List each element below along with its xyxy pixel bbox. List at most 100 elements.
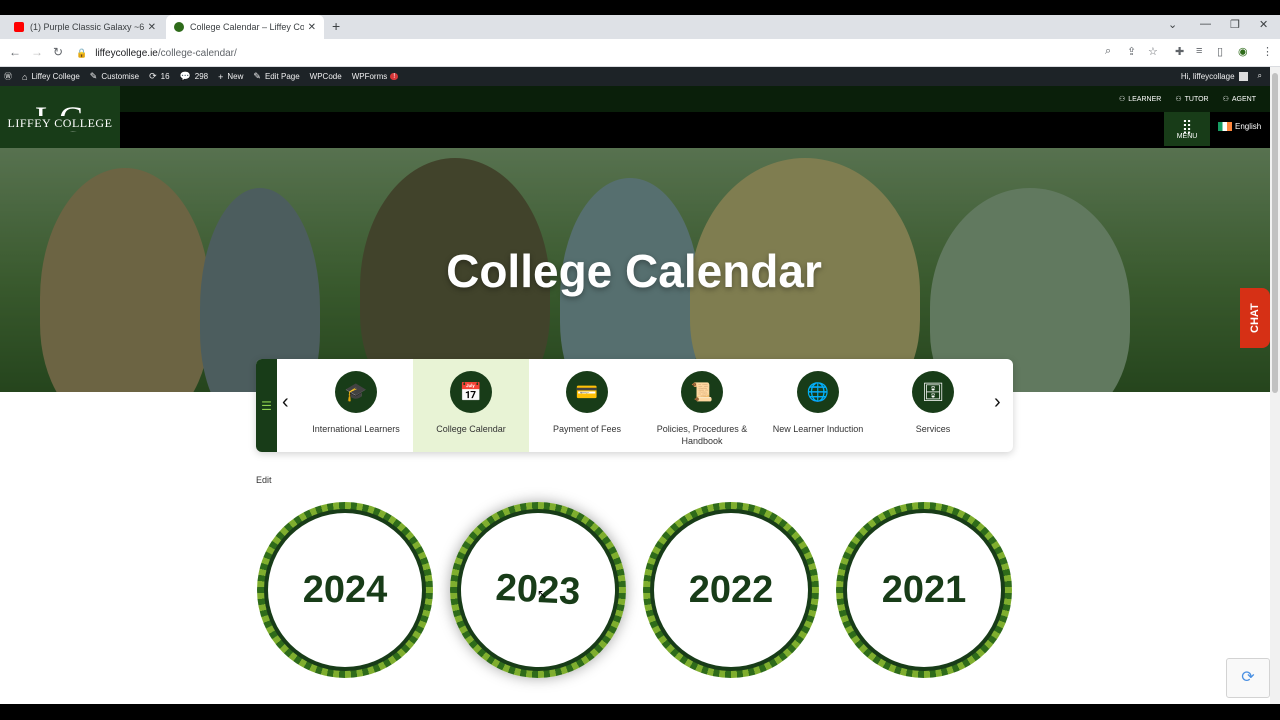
carousel-menu-icon[interactable]: ☰ — [256, 359, 277, 452]
wp-customise[interactable]: ✎ Customise — [90, 71, 139, 82]
learner-link-label: LEARNER — [1128, 96, 1162, 103]
agent-link[interactable]: ⚇ AGENT — [1223, 95, 1256, 103]
reading-list-icon[interactable]: ≡ — [1196, 45, 1202, 57]
wp-updates[interactable]: ⟳ 16 — [149, 71, 169, 82]
share-icon[interactable]: ⇪ — [1127, 45, 1136, 58]
carousel-item-services[interactable]: 🗄 Services — [875, 359, 991, 452]
minimize-icon[interactable]: — — [1200, 18, 1211, 30]
wp-wpforms-label: WPForms — [351, 72, 388, 81]
comment-icon: 💬 — [179, 71, 191, 81]
new-tab-button[interactable]: + — [332, 18, 340, 34]
year-label: 2024 — [268, 513, 422, 667]
year-badge-ring: 2024 — [264, 509, 426, 671]
wp-customise-label: Customise — [101, 72, 140, 81]
home-icon: ⌂ — [22, 71, 28, 82]
close-tab-icon[interactable]: ✕ — [308, 22, 316, 33]
forward-icon[interactable]: → — [31, 45, 43, 59]
learner-link[interactable]: ⚇ LEARNER — [1119, 95, 1161, 103]
reload-icon[interactable]: ↻ — [53, 45, 63, 59]
wp-wpforms[interactable]: WPForms! — [352, 72, 399, 81]
services-icon: 🗄 — [912, 371, 954, 413]
site-header: LC LIFFEY COLLEGE ⚇LEARNER ⚇TUTOR ⚇AGENT… — [0, 86, 1270, 148]
portal-links: ⚇ LEARNER ⚇ TUTOR ⚇ AGENT — [1119, 95, 1256, 103]
menu-button[interactable]: ⣿ MENU — [1164, 112, 1210, 146]
mouse-cursor-icon: ↖ — [537, 587, 548, 601]
chat-button[interactable]: CHAT — [1240, 288, 1270, 348]
payment-icon: 💳 — [566, 371, 608, 413]
brush-icon: ✎ — [89, 71, 98, 81]
wp-edit-page[interactable]: ✎ Edit Page — [253, 71, 299, 82]
section-carousel: ☰ ‹ 🎓 International Learners 📅 College C… — [256, 359, 1013, 452]
carousel-next-icon[interactable]: › — [994, 391, 1001, 414]
wp-comments[interactable]: 💬 298 — [180, 71, 209, 82]
wp-comments-count: 298 — [194, 72, 209, 81]
url-path: /college-calendar/ — [157, 47, 237, 59]
carousel-prev-icon[interactable]: ‹ — [282, 391, 289, 414]
language-selector[interactable]: English — [1218, 122, 1261, 131]
tab-search-icon[interactable]: ⌄ — [1168, 18, 1177, 31]
url-domain: liffeycollege.ie — [95, 47, 158, 59]
restore-icon[interactable]: ❐ — [1230, 18, 1240, 31]
year-label: 2021 — [847, 513, 1001, 667]
carousel-item-label: College Calendar — [436, 424, 506, 434]
site-favicon-icon — [174, 22, 184, 32]
tab-title: College Calendar – Liffey College — [190, 22, 304, 32]
year-badge-2021[interactable]: 2021 — [836, 502, 1012, 678]
wp-new[interactable]: + New — [218, 72, 243, 82]
tutor-link[interactable]: ⚇ TUTOR — [1175, 95, 1208, 103]
wp-greeting[interactable]: Hi, liffeycollage — [1181, 72, 1235, 81]
close-window-icon[interactable]: ✕ — [1259, 18, 1268, 31]
wp-wpcode[interactable]: WPCode — [310, 72, 342, 81]
zoom-icon[interactable]: ⌕ — [1105, 45, 1111, 58]
year-badge-2024[interactable]: 2024 — [257, 502, 433, 678]
learner-icon: ⚇ — [1118, 96, 1126, 103]
scrollbar-thumb[interactable] — [1272, 73, 1278, 393]
recaptcha-badge[interactable]: ⟳ — [1226, 658, 1270, 698]
hero-banner: College Calendar CHAT — [0, 148, 1270, 392]
profile-avatar-icon[interactable]: ◉ — [1238, 45, 1248, 58]
back-icon[interactable]: ← — [9, 45, 21, 59]
calendar-icon: 📅 — [450, 371, 492, 413]
globe-laptop-icon: 🌐 — [797, 371, 839, 413]
edit-link[interactable]: Edit — [256, 475, 272, 485]
carousel-item-international-learners[interactable]: 🎓 International Learners — [298, 359, 414, 452]
agent-link-label: AGENT — [1231, 96, 1256, 103]
header-top-bar — [120, 86, 1270, 112]
address-bar[interactable]: 🔒 liffeycollege.ie/college-calendar/ — [76, 43, 1122, 63]
year-badge-2022[interactable]: 2022 — [643, 502, 819, 678]
menu-label: MENU — [1176, 132, 1198, 140]
updates-icon: ⟳ — [149, 71, 157, 81]
browser-tab-youtube[interactable]: (1) Purple Classic Galaxy ~60:00 ✕ — [6, 15, 164, 39]
bookmark-star-icon[interactable]: ☆ — [1148, 45, 1158, 58]
browser-tab-college-calendar[interactable]: College Calendar – Liffey College ✕ — [166, 15, 324, 39]
side-panel-icon[interactable]: ▯ — [1217, 45, 1223, 58]
scroll-icon: 📜 — [681, 371, 723, 413]
carousel-item-new-learner-induction[interactable]: 🌐 New Learner Induction — [760, 359, 876, 452]
carousel-item-college-calendar[interactable]: 📅 College Calendar — [413, 359, 529, 452]
extensions-icon[interactable]: ✚ — [1175, 45, 1184, 58]
carousel-item-payment-of-fees[interactable]: 💳 Payment of Fees — [529, 359, 645, 452]
tutor-link-label: TUTOR — [1184, 96, 1209, 103]
recaptcha-icon: ⟳ — [1241, 669, 1255, 686]
browser-menu-icon[interactable]: ⋮ — [1262, 45, 1273, 58]
wordpress-logo-icon[interactable]: Ⓦ — [4, 71, 12, 82]
graduate-icon: 🎓 — [335, 371, 377, 413]
plus-icon: + — [218, 71, 224, 82]
carousel-item-policies[interactable]: 📜 Policies, Procedures & Handbook — [644, 359, 760, 452]
year-badge-ring: 2021 — [843, 509, 1005, 671]
page-scrollbar[interactable] — [1270, 67, 1280, 704]
wp-updates-count: 16 — [160, 72, 170, 81]
browser-toolbar: ← → ↻ 🔒 liffeycollege.ie/college-calenda… — [0, 39, 1280, 67]
grid-icon: ⣿ — [1181, 117, 1193, 134]
wp-site-name[interactable]: ⌂ Liffey College — [22, 72, 80, 82]
carousel-item-label: International Learners — [312, 424, 400, 434]
page-title: College Calendar — [446, 245, 822, 297]
wp-search-icon[interactable]: ⌕ — [1258, 71, 1262, 81]
site-logo[interactable]: LC LIFFEY COLLEGE — [0, 86, 120, 148]
wp-edit-page-label: Edit Page — [264, 72, 300, 81]
tab-strip: (1) Purple Classic Galaxy ~60:00 ✕ Colle… — [0, 15, 1280, 39]
youtube-favicon-icon — [14, 22, 24, 32]
close-tab-icon[interactable]: ✕ — [148, 22, 156, 33]
wp-site-name-label: Liffey College — [31, 72, 80, 81]
wp-user-avatar[interactable] — [1238, 71, 1248, 81]
